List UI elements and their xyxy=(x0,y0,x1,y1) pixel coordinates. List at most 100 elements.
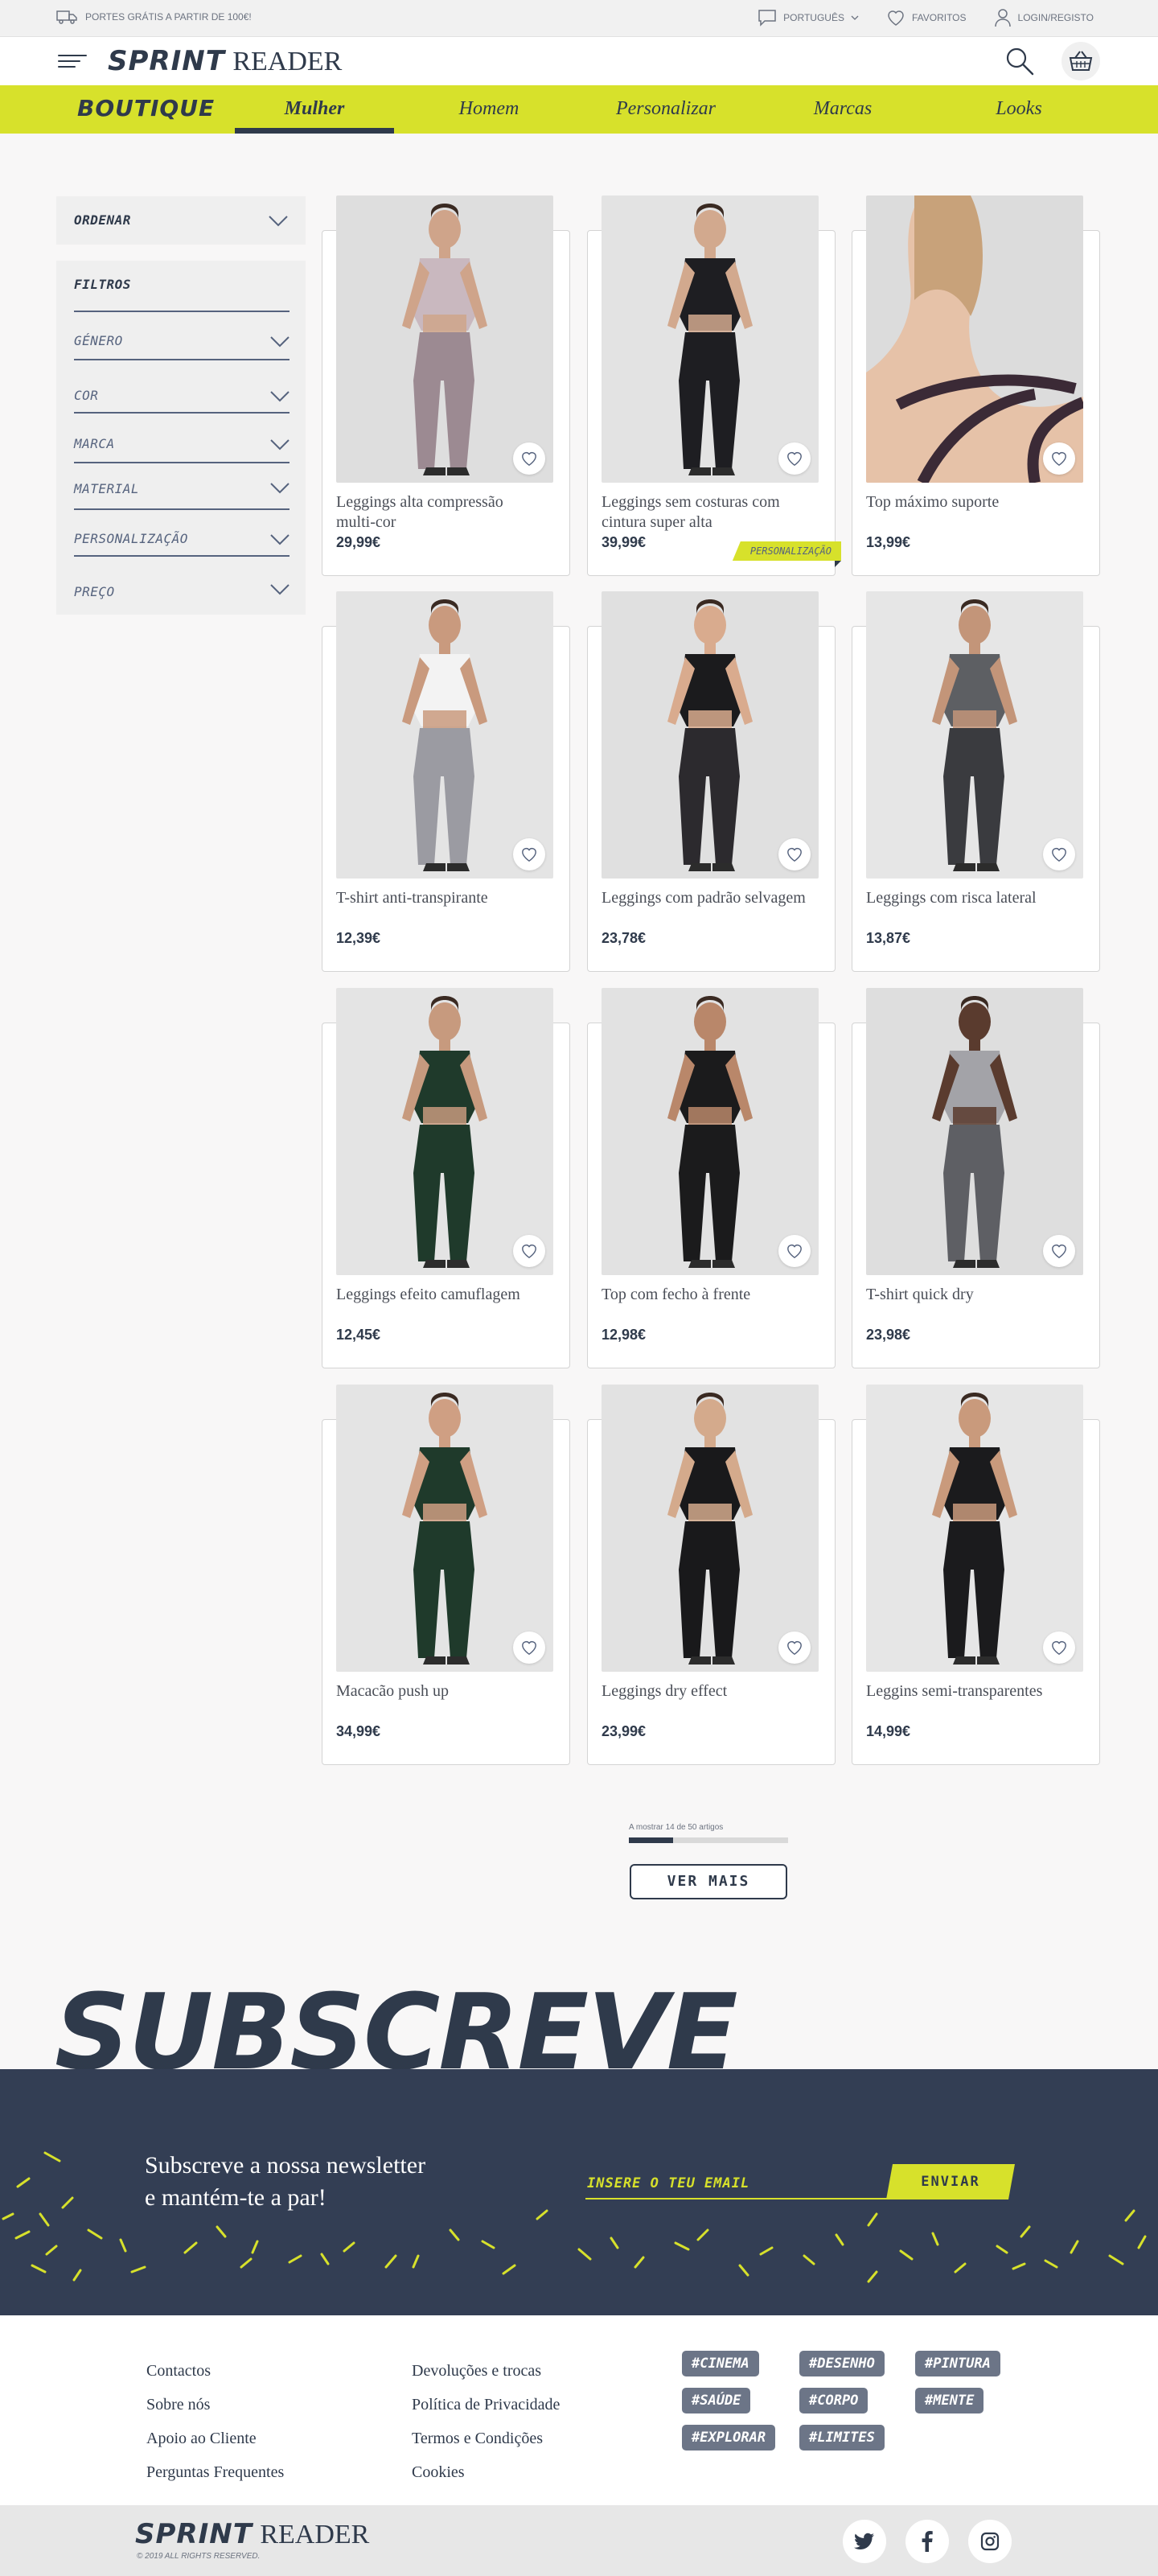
tab-mulher[interactable]: Mulher xyxy=(234,98,395,120)
footer-logo[interactable]: SPRINT READER xyxy=(135,2518,369,2551)
product-name[interactable]: Leggings efeito camuflagem xyxy=(336,1285,545,1305)
footer-link[interactable]: Sobre nós xyxy=(146,2396,210,2414)
product-name[interactable]: Top máximo suporte xyxy=(866,492,1075,512)
footer-link[interactable]: Perguntas Frequentes xyxy=(146,2463,284,2482)
favorite-heart-icon[interactable] xyxy=(778,442,811,475)
product-name[interactable]: Top com fecho à frente xyxy=(602,1285,811,1305)
product-card[interactable]: Leggings sem costuras com cintura super … xyxy=(587,195,841,576)
product-card[interactable]: Leggings com padrão selvagem 23,78€ xyxy=(587,591,836,972)
product-card[interactable]: Macacão push up 34,99€ xyxy=(322,1385,570,1765)
favorite-heart-icon[interactable] xyxy=(778,1632,811,1664)
truck-icon xyxy=(56,10,77,24)
load-more-button[interactable]: VER MAIS xyxy=(630,1864,787,1899)
product-name[interactable]: T-shirt anti-transpirante xyxy=(336,888,545,908)
product-image[interactable] xyxy=(336,988,553,1275)
favorite-heart-icon[interactable] xyxy=(513,838,545,870)
product-card[interactable]: Top máximo suporte 13,99€ xyxy=(852,195,1100,576)
product-image[interactable] xyxy=(602,591,819,879)
filter-genero[interactable]: GÉNERO xyxy=(74,311,290,360)
menu-icon[interactable] xyxy=(58,53,87,69)
hashtag-chip[interactable]: #MENTE xyxy=(915,2388,984,2413)
tab-looks[interactable]: Looks xyxy=(938,98,1099,120)
favorite-heart-icon[interactable] xyxy=(513,1632,545,1664)
favorite-heart-icon[interactable] xyxy=(1043,1235,1075,1267)
filter-label: PERSONALIZAÇÃO xyxy=(74,531,188,546)
product-name[interactable]: Leggins semi-transparentes xyxy=(866,1681,1075,1702)
hashtag-chip[interactable]: #SAÚDE xyxy=(682,2388,751,2413)
favorites-link[interactable]: FAVORITOS xyxy=(886,9,967,27)
favorite-heart-icon[interactable] xyxy=(778,1235,811,1267)
product-image[interactable] xyxy=(336,1385,553,1672)
product-name[interactable]: Leggings alta compressão multi-cor xyxy=(336,492,545,533)
favorites-label: FAVORITOS xyxy=(911,12,967,23)
favorite-heart-icon[interactable] xyxy=(513,442,545,475)
product-card[interactable]: Top com fecho à frente 12,98€ xyxy=(587,988,836,1368)
hashtag-chip[interactable]: #CINEMA xyxy=(682,2351,759,2376)
footer-link[interactable]: Política de Privacidade xyxy=(412,2396,560,2414)
product-image[interactable] xyxy=(602,988,819,1275)
basket-icon[interactable] xyxy=(1062,42,1100,80)
product-image[interactable] xyxy=(602,1385,819,1672)
send-button[interactable]: ENVIAR xyxy=(886,2164,1015,2199)
language-selector[interactable]: PORTUGUÊS xyxy=(758,9,859,27)
product-name[interactable]: Leggings sem costuras com cintura super … xyxy=(602,492,811,533)
filter-cor[interactable]: COR xyxy=(74,364,290,414)
product-price: 34,99€ xyxy=(336,1723,381,1739)
product-card[interactable]: T-shirt anti-transpirante 12,39€ xyxy=(322,591,570,972)
product-name[interactable]: Macacão push up xyxy=(336,1681,545,1702)
twitter-icon[interactable] xyxy=(843,2520,886,2563)
tab-marcas[interactable]: Marcas xyxy=(762,98,923,120)
product-card[interactable]: T-shirt quick dry 23,98€ xyxy=(852,988,1100,1368)
filter-material[interactable]: MATERIAL xyxy=(74,460,290,510)
boutique-label[interactable]: BOUTIQUE xyxy=(77,95,215,121)
tab-personalizar[interactable]: Personalizar xyxy=(585,98,746,120)
facebook-icon[interactable] xyxy=(905,2520,949,2563)
site-logo[interactable]: SPRINT READER xyxy=(108,45,342,78)
sort-dropdown[interactable]: ORDENAR xyxy=(56,196,306,245)
hashtag-chip[interactable]: #EXPLORAR xyxy=(682,2425,776,2450)
filter-marca[interactable]: MARCA xyxy=(74,414,290,463)
login-link[interactable]: LOGIN/REGISTO xyxy=(994,8,1094,27)
footer-bottom: SPRINT READER © 2019 ALL RIGHTS RESERVED… xyxy=(0,2505,1158,2576)
favorite-heart-icon[interactable] xyxy=(1043,442,1075,475)
product-price: 12,98€ xyxy=(602,1327,647,1343)
product-name[interactable]: Leggings com risca lateral xyxy=(866,888,1075,908)
favorite-heart-icon[interactable] xyxy=(778,838,811,870)
filter-personalizacao[interactable]: PERSONALIZAÇÃO xyxy=(74,507,290,557)
tab-homem[interactable]: Homem xyxy=(409,98,569,120)
product-image[interactable] xyxy=(602,195,819,483)
product-name[interactable]: Leggings dry effect xyxy=(602,1681,811,1702)
email-input[interactable]: INSERE O TEU EMAIL xyxy=(585,2166,891,2199)
top-bar: PORTES GRÁTIS A PARTIR DE 100€! PORTUGUÊ… xyxy=(0,0,1158,37)
hashtag-chip[interactable]: #DESENHO xyxy=(799,2351,885,2376)
product-image[interactable] xyxy=(866,1385,1083,1672)
footer-link[interactable]: Contactos xyxy=(146,2362,211,2381)
footer-link[interactable]: Cookies xyxy=(412,2463,465,2482)
product-card[interactable]: Leggings com risca lateral 13,87€ xyxy=(852,591,1100,972)
product-card[interactable]: Leggings efeito camuflagem 12,45€ xyxy=(322,988,570,1368)
instagram-icon[interactable] xyxy=(968,2520,1012,2563)
hashtag-chip[interactable]: #LIMITES xyxy=(799,2425,885,2450)
product-name[interactable]: T-shirt quick dry xyxy=(866,1285,1075,1305)
footer-link[interactable]: Termos e Condições xyxy=(412,2430,543,2448)
search-icon[interactable] xyxy=(1004,45,1036,77)
footer-link[interactable]: Devoluções e trocas xyxy=(412,2362,541,2381)
product-image[interactable] xyxy=(866,591,1083,879)
hashtag-chip[interactable]: #PINTURA xyxy=(915,2351,1000,2376)
hashtag-chip[interactable]: #CORPO xyxy=(799,2388,868,2413)
favorite-heart-icon[interactable] xyxy=(1043,1632,1075,1664)
favorite-heart-icon[interactable] xyxy=(513,1235,545,1267)
active-tab-indicator xyxy=(235,128,394,134)
filter-label: MARCA xyxy=(74,436,115,451)
product-image[interactable] xyxy=(336,591,553,879)
product-card[interactable]: Leggins semi-transparentes 14,99€ xyxy=(852,1385,1100,1765)
product-card[interactable]: Leggings dry effect 23,99€ xyxy=(587,1385,836,1765)
favorite-heart-icon[interactable] xyxy=(1043,838,1075,870)
product-card[interactable]: Leggings alta compressão multi-cor 29,99€ xyxy=(322,195,570,576)
product-image[interactable] xyxy=(866,195,1083,483)
filter-preco[interactable]: PREÇO xyxy=(74,560,290,603)
product-name[interactable]: Leggings com padrão selvagem xyxy=(602,888,811,908)
product-image[interactable] xyxy=(866,988,1083,1275)
product-image[interactable] xyxy=(336,195,553,483)
footer-link[interactable]: Apoio ao Cliente xyxy=(146,2430,257,2448)
